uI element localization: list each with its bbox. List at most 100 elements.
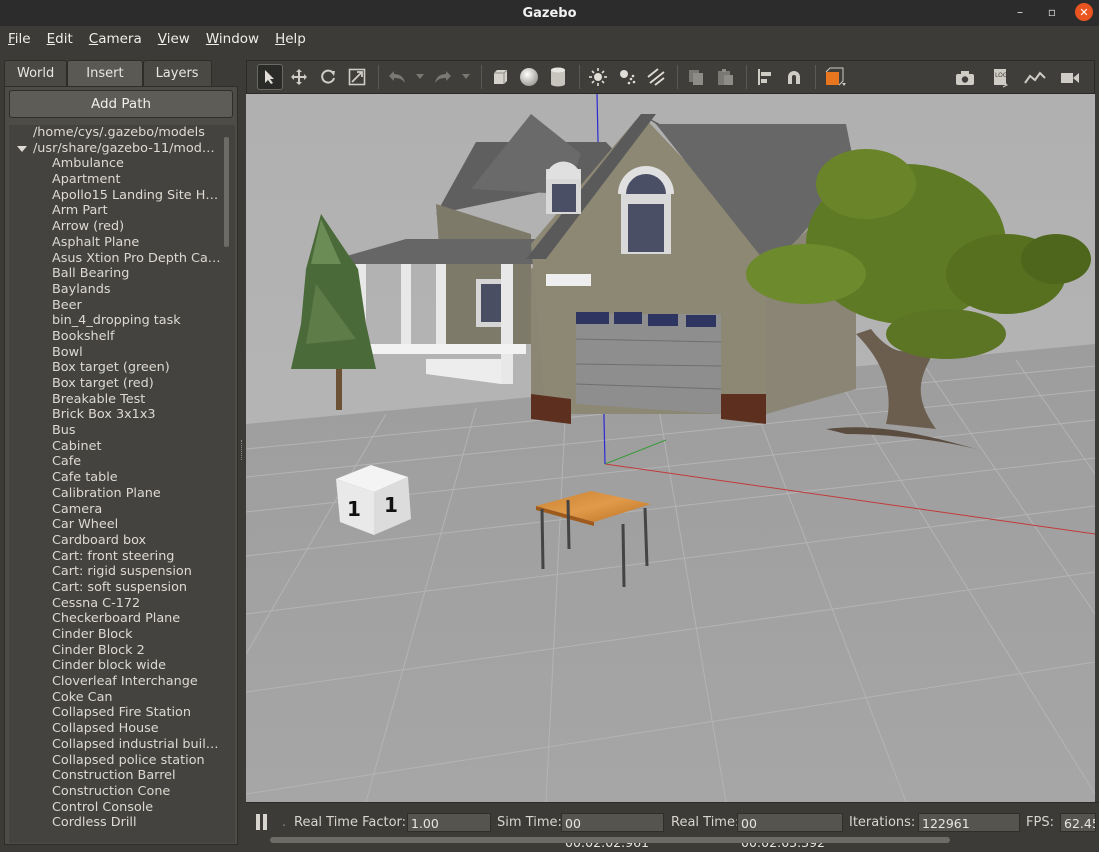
translate-icon[interactable] [286, 64, 312, 90]
tree-path-system[interactable]: /usr/share/gazebo-11/mod… [9, 141, 223, 157]
menu-camera[interactable]: Camera [85, 31, 146, 47]
model-list-item[interactable]: Cart: front steering [9, 549, 223, 565]
model-list-item[interactable]: Beer [9, 298, 223, 314]
spot-light-icon[interactable] [614, 64, 640, 90]
model-list-item[interactable]: Calibration Plane [9, 486, 223, 502]
minimize-icon[interactable]: – [1011, 3, 1029, 21]
view-angle-icon[interactable] [821, 64, 851, 90]
select-arrow-icon[interactable] [257, 64, 283, 90]
scene-render[interactable]: 1 1 [246, 94, 1095, 802]
scene-viewport[interactable]: 1 1 [246, 94, 1095, 802]
model-list-item[interactable]: Construction Barrel [9, 768, 223, 784]
model-list-item[interactable]: Baylands [9, 282, 223, 298]
maximize-icon[interactable]: ▫ [1043, 3, 1061, 21]
model-list-item[interactable]: Cafe [9, 454, 223, 470]
model-list-item[interactable]: Arrow (red) [9, 219, 223, 235]
model-list-item[interactable]: Collapsed House [9, 721, 223, 737]
model-list-item[interactable]: Box target (red) [9, 376, 223, 392]
redo-dropdown-icon[interactable] [459, 64, 473, 90]
plot-icon[interactable] [1022, 65, 1048, 91]
expand-arrow-icon[interactable] [17, 145, 27, 152]
menu-label-rest: elp [285, 31, 306, 47]
tree-scrollbar[interactable] [224, 137, 229, 247]
menu-edit[interactable]: Edit [43, 31, 77, 47]
model-list-item[interactable]: bin_4_dropping task [9, 313, 223, 329]
model-list-item[interactable]: Collapsed Fire Station [9, 705, 223, 721]
model-list-item[interactable]: Apartment [9, 172, 223, 188]
model-list-item[interactable]: Cafe table [9, 470, 223, 486]
close-icon[interactable]: ✕ [1075, 3, 1093, 21]
copy-icon[interactable] [683, 64, 709, 90]
model-list-item[interactable]: Ambulance [9, 156, 223, 172]
window-title: Gazebo [522, 5, 577, 21]
model-list-item[interactable]: Car Wheel [9, 517, 223, 533]
snap-icon[interactable] [781, 64, 807, 90]
paste-icon[interactable] [712, 64, 738, 90]
menu-label-rest: amera [98, 31, 142, 47]
model-list-item[interactable]: Apollo15 Landing Site H… [9, 188, 223, 204]
model-list-item[interactable]: Checkerboard Plane [9, 611, 223, 627]
model-list-item[interactable]: Cart: soft suspension [9, 580, 223, 596]
redo-icon[interactable] [430, 64, 456, 90]
status-scrollbar[interactable] [270, 837, 950, 843]
model-list-item[interactable]: Cinder block wide [9, 658, 223, 674]
panel-tabs: World Insert Layers [4, 60, 238, 86]
tab-world[interactable]: World [4, 60, 68, 86]
cylinder-icon[interactable] [545, 64, 571, 90]
model-list-item[interactable]: Bus [9, 423, 223, 439]
model-list-item[interactable]: Cinder Block [9, 627, 223, 643]
model-list-item[interactable]: Asus Xtion Pro Depth Ca… [9, 251, 223, 267]
menu-file[interactable]: File [4, 31, 35, 47]
model-list-item[interactable]: Cart: rigid suspension [9, 564, 223, 580]
model-list-item[interactable]: Cinder Block 2 [9, 643, 223, 659]
menu-label-rest: iew [166, 31, 190, 47]
model-list-item[interactable]: Box target (green) [9, 360, 223, 376]
tab-layers[interactable]: Layers [142, 60, 212, 86]
menu-window[interactable]: Window [202, 31, 263, 47]
iterations-value: 122961 [918, 813, 1020, 832]
model-list-item[interactable]: Asphalt Plane [9, 235, 223, 251]
model-list-item[interactable]: Brick Box 3x1x3 [9, 407, 223, 423]
model-list-item[interactable]: Control Console [9, 800, 223, 816]
menu-label-rest: dit [55, 31, 73, 47]
rotate-icon[interactable] [315, 64, 341, 90]
model-list-item[interactable]: Breakable Test [9, 392, 223, 408]
model-list-item[interactable]: Bookshelf [9, 329, 223, 345]
point-light-icon[interactable] [585, 64, 611, 90]
model-list-item[interactable]: Collapsed industrial buil… [9, 737, 223, 753]
scale-icon[interactable] [344, 64, 370, 90]
tree-path-local[interactable]: /home/cys/.gazebo/models [9, 125, 223, 141]
model-list-item[interactable]: Coke Can [9, 690, 223, 706]
box-face-label-left: 1 [347, 497, 361, 521]
undo-icon[interactable] [384, 64, 410, 90]
model-list-item[interactable]: Ball Bearing [9, 266, 223, 282]
model-list-item[interactable]: Bowl [9, 345, 223, 361]
model-list-item[interactable]: Cardboard box [9, 533, 223, 549]
model-list-item[interactable]: Collapsed police station [9, 753, 223, 769]
model-list-item[interactable]: Cloverleaf Interchange [9, 674, 223, 690]
model-list-item[interactable]: Construction Cone [9, 784, 223, 800]
log-icon[interactable]: LOG [987, 65, 1013, 91]
menu-help[interactable]: Help [271, 31, 310, 47]
toolbar-separator [579, 65, 580, 89]
iterations-label: Iterations: [849, 815, 916, 830]
add-path-button[interactable]: Add Path [9, 90, 233, 118]
screenshot-icon[interactable] [952, 65, 978, 91]
panel-splitter[interactable] [241, 440, 243, 460]
pause-icon[interactable] [256, 814, 270, 830]
tab-insert[interactable]: Insert [67, 60, 143, 86]
menu-view[interactable]: View [154, 31, 194, 47]
menu-label-rest: indow [218, 31, 260, 47]
undo-dropdown-icon[interactable] [413, 64, 427, 90]
model-list-item[interactable]: Cordless Drill [9, 815, 223, 831]
directional-light-icon[interactable] [643, 64, 669, 90]
menu-bar: File Edit Camera View Window Help [0, 26, 1099, 52]
model-list-item[interactable]: Cessna C-172 [9, 596, 223, 612]
model-list-item[interactable]: Arm Part [9, 203, 223, 219]
model-list-item[interactable]: Camera [9, 502, 223, 518]
align-icon[interactable] [752, 64, 778, 90]
model-list-item[interactable]: Cabinet [9, 439, 223, 455]
box-icon[interactable] [487, 64, 513, 90]
sphere-icon[interactable] [516, 64, 542, 90]
record-video-icon[interactable] [1057, 65, 1083, 91]
